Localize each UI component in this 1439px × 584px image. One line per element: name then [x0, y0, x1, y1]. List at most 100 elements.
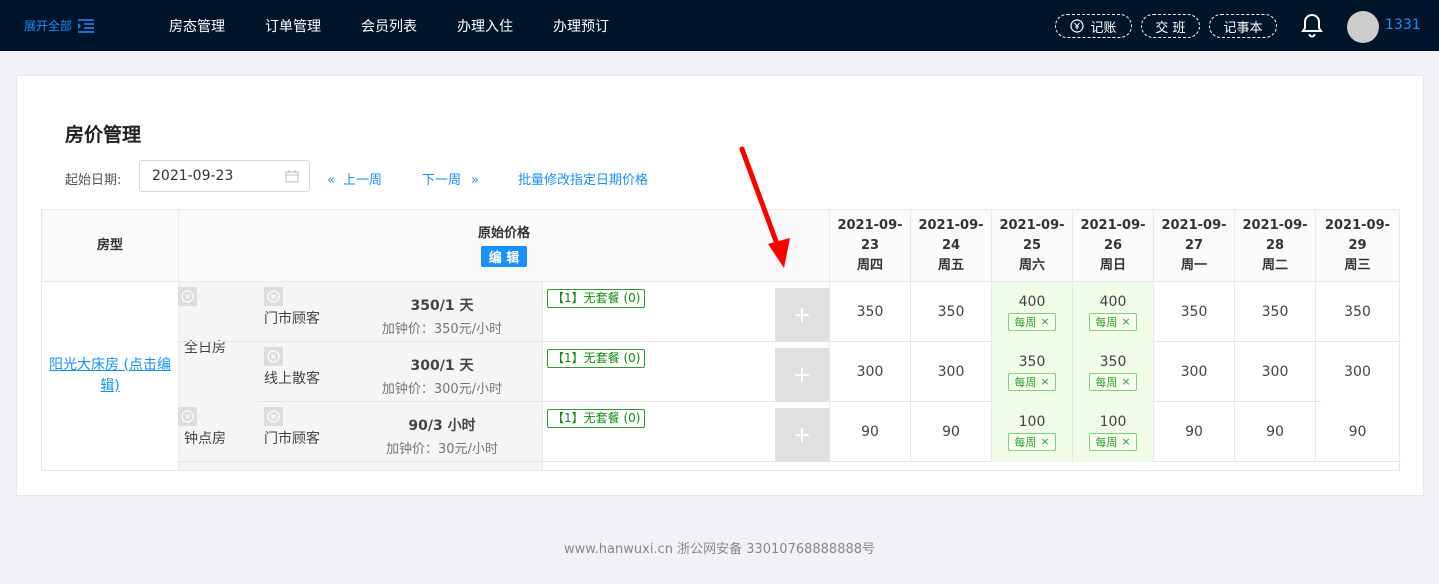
shift-label: 交 班	[1155, 20, 1186, 36]
price-value: 350	[937, 304, 965, 320]
nav-check-in[interactable]: 办理入住	[457, 16, 513, 36]
expand-all-toggle[interactable]: 展开全部	[24, 17, 95, 34]
price-cell[interactable]: 350	[1153, 282, 1234, 342]
extra-hour-price: 加钟价：30元/小时	[386, 442, 498, 457]
date-label: 28	[1265, 237, 1285, 253]
weekly-tag[interactable]: 每周 ×	[1008, 372, 1056, 391]
plus-icon: +	[792, 302, 812, 328]
close-circle-icon	[181, 410, 194, 423]
add-package-button[interactable]: +	[775, 288, 829, 342]
price-cell[interactable]: 90	[829, 402, 910, 462]
add-package-button[interactable]: +	[775, 348, 829, 402]
remove-customer-button[interactable]	[264, 407, 283, 426]
close-icon[interactable]: ×	[1121, 315, 1130, 328]
price-value: 300	[856, 364, 884, 380]
calendar-icon	[285, 170, 299, 183]
weekly-tag[interactable]: 每周 ×	[1008, 312, 1056, 331]
price-cell[interactable]: 300	[910, 342, 991, 402]
user-id[interactable]: 1331	[1385, 17, 1421, 33]
next-week-link[interactable]: 下一周 »	[422, 169, 479, 188]
price-cell[interactable]: 350	[829, 282, 910, 342]
extra-hour-price: 加钟价：300元/小时	[381, 382, 503, 397]
price-cell[interactable]: 90	[1234, 402, 1315, 462]
close-circle-icon	[267, 350, 280, 363]
package-tag[interactable]: 【1】无套餐 (0)	[547, 349, 646, 368]
price-value: 90	[942, 424, 960, 440]
price-cell[interactable]: 400 每周 ×	[1072, 282, 1153, 342]
bell-icon[interactable]	[1300, 13, 1324, 39]
price-value: 300	[1180, 364, 1208, 380]
weekly-tag-label: 每周	[1014, 435, 1037, 449]
close-icon[interactable]: ×	[1121, 435, 1130, 448]
price-cell[interactable]: 300	[1234, 342, 1315, 402]
price-value: 300	[937, 364, 965, 380]
date-label: 2021-09-	[999, 217, 1065, 233]
price-cell[interactable]: 300	[1153, 342, 1234, 402]
batch-edit-link[interactable]: 批量修改指定日期价格	[518, 169, 648, 188]
close-icon[interactable]: ×	[1040, 435, 1049, 448]
room-name-link[interactable]: 阳光大床房 (点击编 辑)	[49, 355, 171, 397]
price-value: 90	[1266, 424, 1284, 440]
close-circle-icon	[181, 290, 194, 303]
date-label: 29	[1348, 237, 1367, 253]
notes-button[interactable]: 记事本	[1209, 14, 1277, 38]
nav-orders[interactable]: 订单管理	[265, 16, 321, 36]
price-cell[interactable]: 300	[1315, 342, 1399, 402]
package-tag[interactable]: 【1】无套餐 (0)	[547, 409, 646, 428]
price-cell[interactable]: 90	[1315, 402, 1399, 462]
price-value: 400	[1018, 293, 1046, 310]
weekly-tag[interactable]: 每周 ×	[1089, 432, 1137, 451]
remove-group-button[interactable]	[178, 407, 197, 426]
start-date-input[interactable]: 2021-09-23	[139, 160, 310, 192]
price-cell[interactable]: 300	[829, 342, 910, 402]
account-button[interactable]: 记账	[1055, 14, 1132, 38]
edit-button[interactable]: 编 辑	[480, 246, 528, 267]
header-original-price-label: 原始价格	[477, 226, 530, 241]
top-navbar: 展开全部 房态管理 订单管理 会员列表 办理入住 办理预订 记账 交 班 记事本…	[0, 0, 1439, 51]
remove-group-button[interactable]	[178, 287, 197, 306]
price-value: 300	[1344, 364, 1371, 380]
shift-button[interactable]: 交 班	[1141, 14, 1200, 38]
next-week-label: 下一周	[422, 173, 462, 188]
price-cell[interactable]: 100 每周 ×	[991, 402, 1072, 462]
price-cell[interactable]: 350	[910, 282, 991, 342]
plus-icon: +	[792, 422, 812, 448]
price-cell[interactable]: 350 每周 ×	[1072, 342, 1153, 402]
nav-room-status[interactable]: 房态管理	[169, 16, 225, 36]
prev-week-link[interactable]: « 上一周	[327, 169, 382, 188]
double-left-icon: «	[327, 173, 335, 188]
price-value: 100	[1018, 413, 1046, 430]
remove-customer-button[interactable]	[264, 347, 283, 366]
price-cell[interactable]: 100 每周 ×	[1072, 402, 1153, 462]
price-cell[interactable]: 350 每周 ×	[991, 342, 1072, 402]
expand-all-label: 展开全部	[24, 19, 73, 33]
weekday-label: 周日	[1099, 257, 1126, 273]
price-cell[interactable]: 350	[1315, 282, 1399, 342]
price-cell[interactable]: 350	[1234, 282, 1315, 342]
date-label: 2021-09-	[837, 217, 903, 233]
close-icon[interactable]: ×	[1121, 375, 1130, 388]
weekday-label: 周二	[1261, 257, 1288, 273]
weekly-tag[interactable]: 每周 ×	[1008, 432, 1056, 451]
notes-label: 记事本	[1223, 20, 1263, 36]
avatar[interactable]	[1347, 11, 1379, 43]
package-tag[interactable]: 【1】无套餐 (0)	[547, 289, 646, 308]
base-price: 300/1 天	[410, 358, 474, 374]
weekly-tag-label: 每周	[1095, 315, 1118, 329]
date-header: 2021-09- 27 周一	[1153, 210, 1234, 282]
close-icon[interactable]: ×	[1040, 375, 1049, 388]
price-cell[interactable]: 400 每周 ×	[991, 282, 1072, 342]
date-label: 2021-09-	[1080, 217, 1146, 233]
price-cell[interactable]: 90	[910, 402, 991, 462]
nav-members[interactable]: 会员列表	[361, 16, 417, 36]
weekly-tag[interactable]: 每周 ×	[1089, 372, 1137, 391]
price-cell[interactable]: 90	[1153, 402, 1234, 462]
price-value: 90	[1348, 424, 1367, 440]
close-icon[interactable]: ×	[1040, 315, 1049, 328]
close-circle-icon	[267, 290, 280, 303]
nav-booking[interactable]: 办理预订	[553, 16, 609, 36]
remove-customer-button[interactable]	[264, 287, 283, 306]
weekly-tag[interactable]: 每周 ×	[1089, 312, 1137, 331]
weekday-label: 周四	[856, 257, 883, 273]
add-package-button[interactable]: +	[775, 408, 829, 462]
